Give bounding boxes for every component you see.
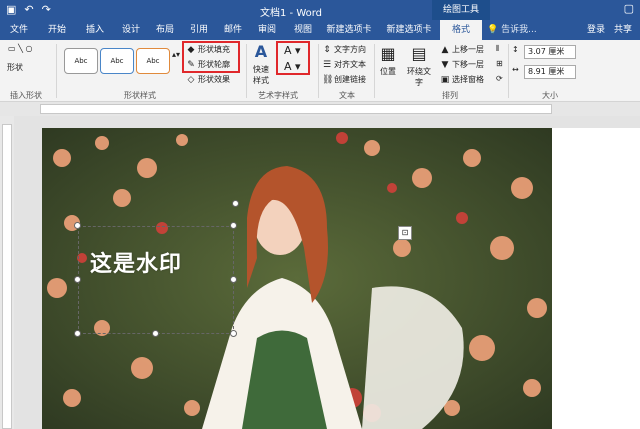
watermark-text[interactable]: 这是水印	[90, 246, 182, 278]
redo-icon[interactable]: ↷	[42, 3, 51, 17]
position-icon: ▦	[380, 44, 396, 63]
divider	[246, 44, 247, 98]
group-label-arrange: 排列	[442, 91, 458, 100]
send-backward-button[interactable]: ▼ 下移一层	[440, 59, 484, 70]
shape-style-3[interactable]: Abc	[136, 48, 170, 74]
horizontal-ruler[interactable]	[40, 104, 552, 114]
wrap-text-icon: ▤	[411, 44, 427, 63]
group-icon[interactable]: ⊞	[496, 59, 503, 68]
width-icon: ↔	[512, 65, 519, 74]
resize-handle-left[interactable]	[74, 276, 81, 283]
quick-styles-label: 快速样式	[253, 65, 269, 85]
divider	[508, 44, 509, 98]
resize-handle-bottom-left[interactable]	[74, 330, 81, 337]
selection-pane-label: 选择窗格	[452, 75, 484, 84]
tab-references[interactable]: 引用	[186, 20, 212, 40]
tab-mailings[interactable]: 邮件	[220, 20, 246, 40]
height-input[interactable]: 3.07 厘米	[524, 45, 576, 59]
align-icon[interactable]: ⫴	[496, 44, 499, 54]
tab-new-2[interactable]: 新建选项卡	[382, 20, 436, 40]
rotate-icon[interactable]: ⟳	[496, 74, 503, 83]
tab-insert[interactable]: 插入	[82, 20, 108, 40]
tell-me-search[interactable]: 💡 告诉我...	[487, 20, 537, 40]
shape-button-label: 形状	[7, 63, 23, 72]
lightbulb-icon: 💡	[487, 25, 499, 35]
tab-design[interactable]: 设计	[118, 20, 144, 40]
resize-handle-bottom[interactable]	[152, 330, 159, 337]
share-button[interactable]: 共享	[614, 20, 632, 40]
drawing-tools-label: 绘图工具	[432, 0, 490, 20]
layout-options-icon[interactable]: ⊡	[398, 226, 412, 240]
divider	[56, 44, 57, 98]
tab-layout[interactable]: 布局	[152, 20, 178, 40]
group-label-size: 大小	[542, 91, 558, 100]
group-label-insert-shapes: 插入形状	[10, 91, 42, 100]
effects-icon: ◇	[187, 74, 195, 85]
login-link[interactable]: 登录	[587, 20, 605, 40]
window-controls-icon[interactable]: ▢	[624, 2, 634, 15]
tab-new-1[interactable]: 新建选项卡	[322, 20, 376, 40]
tab-home[interactable]: 开始	[44, 20, 70, 40]
wrap-text-button[interactable]: ▤ 环绕文字	[404, 44, 434, 88]
shape-button[interactable]: 形状	[4, 62, 26, 73]
group-label-wordart: 艺术字样式	[258, 91, 298, 100]
rotate-handle-icon[interactable]	[232, 200, 239, 207]
link-icon: ⛓	[322, 74, 334, 85]
shape-effects-button[interactable]: ◇ 形状效果	[186, 74, 230, 85]
height-icon: ↕	[512, 45, 519, 54]
tell-me-label: 告诉我...	[501, 25, 537, 35]
divider	[318, 44, 319, 98]
resize-handle-right[interactable]	[230, 276, 237, 283]
shapes-gallery-icon[interactable]: ▭ ╲ ○	[8, 44, 32, 53]
tab-review[interactable]: 审阅	[254, 20, 280, 40]
style-scroll-icon[interactable]: ▴▾	[172, 50, 180, 59]
align-text-icon: ☰	[322, 59, 332, 70]
document-canvas: 这是水印 ⊡	[14, 116, 640, 429]
send-backward-icon: ▼	[441, 59, 449, 70]
quick-styles-button[interactable]: A 快速样式	[250, 42, 272, 86]
ribbon-tabs: 文件 开始 插入 设计 布局 引用 邮件 审阅 视图 新建选项卡 新建选项卡 格…	[0, 20, 640, 40]
title-bar: ▣ ↶ ↷ 文档1 - Word 绘图工具 ▢	[0, 0, 640, 20]
width-input[interactable]: 8.91 厘米	[524, 65, 576, 79]
group-label-text: 文本	[339, 91, 355, 100]
position-button[interactable]: ▦ 位置	[378, 44, 398, 77]
position-label: 位置	[380, 67, 396, 76]
text-direction-icon: ⇕	[323, 44, 331, 55]
shape-style-1[interactable]: Abc	[64, 48, 98, 74]
watermark-textbox[interactable]	[78, 226, 234, 334]
document-page: 这是水印 ⊡	[42, 128, 640, 429]
undo-icon[interactable]: ↶	[24, 3, 33, 17]
resize-handle-top-right[interactable]	[230, 222, 237, 229]
send-backward-label: 下移一层	[452, 60, 484, 69]
bring-forward-label: 上移一层	[452, 45, 484, 54]
quick-access-toolbar: ▣ ↶ ↷	[6, 3, 51, 17]
wrap-text-label: 环绕文字	[407, 67, 431, 87]
vertical-ruler[interactable]	[2, 124, 12, 429]
create-link-button[interactable]: ⛓ 创建链接	[322, 74, 366, 85]
selection-pane-icon: ▣	[440, 74, 450, 85]
bring-forward-icon: ▲	[441, 44, 449, 55]
highlight-box-shape-fill	[182, 41, 240, 73]
highlight-box-text	[276, 41, 310, 75]
shape-effects-label: 形状效果	[198, 75, 230, 84]
create-link-label: 创建链接	[334, 75, 366, 84]
align-text-button[interactable]: ☰ 对齐文本	[322, 59, 366, 70]
group-label-shape-styles: 形状样式	[124, 91, 156, 100]
ribbon: ▭ ╲ ○ 形状 插入形状 Abc Abc Abc ▴▾ ◆ 形状填充 ✎ 形状轮廓…	[0, 40, 640, 102]
selection-pane-button[interactable]: ▣ 选择窗格	[440, 74, 484, 85]
wordart-a-icon: A	[254, 42, 268, 61]
divider	[374, 44, 375, 98]
tab-file[interactable]: 文件	[6, 20, 32, 40]
align-text-label: 对齐文本	[334, 60, 366, 69]
bring-forward-button[interactable]: ▲ 上移一层	[440, 44, 484, 55]
save-icon[interactable]: ▣	[6, 3, 16, 17]
resize-handle-top-left[interactable]	[74, 222, 81, 229]
shape-style-2[interactable]: Abc	[100, 48, 134, 74]
resize-handle-bottom-right[interactable]	[230, 330, 237, 337]
document-title: 文档1 - Word	[260, 8, 323, 19]
tab-view[interactable]: 视图	[290, 20, 316, 40]
tab-format[interactable]: 格式	[440, 20, 482, 40]
text-direction-button[interactable]: ⇕ 文字方向	[322, 44, 366, 55]
text-direction-label: 文字方向	[334, 45, 366, 54]
